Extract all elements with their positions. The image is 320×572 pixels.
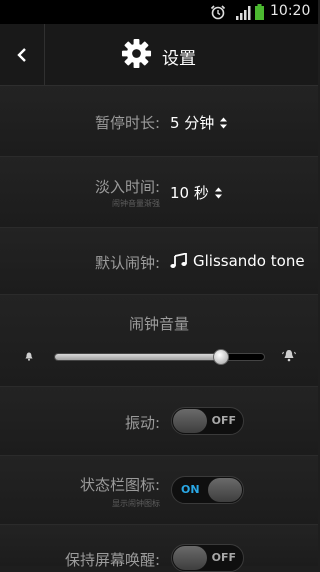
vibrate-toggle-state: OFF: [211, 414, 236, 427]
snooze-duration-row[interactable]: 暂停时长: 5 分钟: [0, 86, 318, 157]
vibrate-row: 振动: OFF: [0, 387, 318, 456]
signal-icon: [236, 6, 251, 20]
status-bar-icon-row: 状态栏图标: 显示闹钟图标 ON: [0, 456, 318, 525]
fade-in-time-text: 10 秒: [170, 184, 209, 202]
alarm-volume-label: 闹钟音量: [128, 315, 189, 333]
page-title: 设置: [162, 49, 196, 69]
music-note-icon: [170, 253, 187, 268]
status-time: 10:20: [270, 3, 311, 19]
default-alarm-row[interactable]: 默认闹钟: Glissando tone: [0, 228, 318, 295]
alarm-icon: [210, 5, 226, 20]
keep-screen-awake-label: 保持屏幕唤醒:: [64, 551, 160, 569]
up-down-icon: [220, 117, 228, 128]
default-alarm-label: 默认闹钟:: [94, 254, 160, 272]
volume-low-icon: [25, 352, 33, 361]
toggle-knob: [208, 478, 242, 502]
volume-slider-fill: [55, 354, 221, 360]
fade-in-time-sublabel: 闹钟音量渐强: [112, 199, 160, 208]
toggle-knob: [173, 546, 207, 570]
fade-in-time-value[interactable]: 10 秒: [170, 182, 223, 203]
status-bar-icon-sublabel: 显示闹钟图标: [112, 499, 160, 508]
gear-icon: [121, 38, 152, 69]
chevron-left-icon: [17, 47, 26, 62]
toggle-knob: [173, 409, 207, 433]
default-alarm-value[interactable]: Glissando tone: [170, 252, 305, 270]
action-bar: 设置: [0, 24, 318, 86]
fade-in-time-row[interactable]: 淡入时间: 闹钟音量渐强 10 秒: [0, 157, 318, 228]
battery-icon: [255, 4, 264, 20]
status-bar-icon-toggle[interactable]: ON: [171, 476, 244, 504]
status-bar-icon-toggle-state: ON: [181, 483, 200, 496]
status-bar: 10:20: [0, 0, 318, 24]
back-button[interactable]: [0, 24, 45, 85]
status-bar-icon-label: 状态栏图标:: [79, 476, 160, 494]
snooze-duration-text: 5 分钟: [170, 114, 215, 132]
keep-screen-awake-toggle[interactable]: OFF: [171, 544, 244, 572]
default-alarm-text: Glissando tone: [193, 252, 305, 270]
vibrate-label: 振动:: [124, 414, 160, 432]
alarm-volume-row: 闹钟音量: [0, 295, 318, 387]
keep-screen-awake-row: 保持屏幕唤醒: OFF: [0, 525, 318, 572]
vibrate-toggle[interactable]: OFF: [171, 407, 244, 435]
volume-high-icon: [282, 350, 296, 362]
volume-slider-thumb[interactable]: [212, 349, 229, 365]
up-down-icon: [214, 187, 222, 198]
fade-in-time-label: 淡入时间:: [94, 178, 160, 196]
volume-slider-track[interactable]: [54, 353, 265, 361]
snooze-duration-label: 暂停时长:: [94, 114, 160, 132]
snooze-duration-value[interactable]: 5 分钟: [170, 112, 228, 133]
keep-screen-awake-toggle-state: OFF: [211, 551, 236, 564]
